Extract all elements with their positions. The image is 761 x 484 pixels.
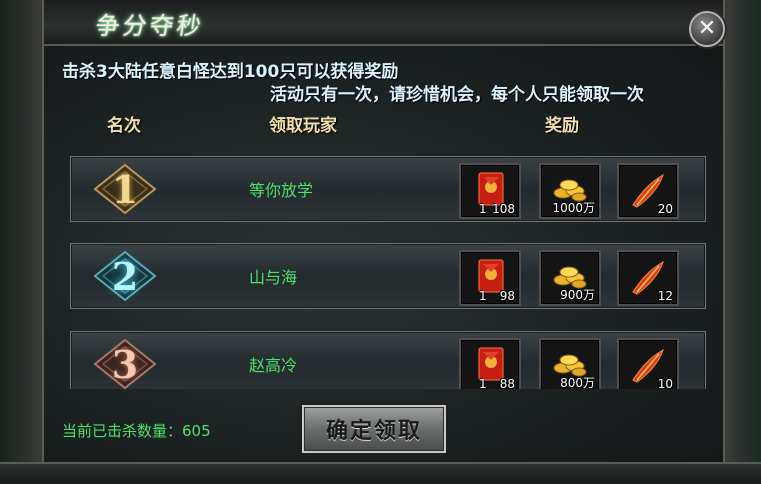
- reward-slot[interactable]: 1 88: [459, 338, 521, 389]
- reward-slot[interactable]: 800万: [539, 338, 601, 389]
- reward-count: 10: [657, 377, 673, 389]
- kill-count-text: 当前已击杀数量：605: [62, 422, 211, 440]
- close-icon: ✕: [697, 16, 717, 41]
- column-header-player: 领取玩家: [269, 116, 337, 136]
- reward-prefix: 1: [479, 377, 487, 389]
- notice-line-2: 活动只有一次，请珍惜机会，每个人只能领取一次: [270, 85, 644, 105]
- notice-line-1: 击杀3大陆任意白怪达到100只可以获得奖励: [62, 62, 399, 82]
- rank-badge-2: 2: [93, 250, 157, 302]
- reward-slot[interactable]: 1 108: [459, 163, 521, 219]
- rank-number: 2: [111, 253, 139, 299]
- column-header-reward: 奖励: [545, 116, 579, 136]
- reward-count: 12: [657, 289, 673, 303]
- reward-prefix: 1: [479, 289, 487, 303]
- reward-count: 108: [492, 202, 515, 216]
- reward-count: 20: [657, 202, 673, 216]
- ranking-row-1: 1 等你放学 1 108 1000万 20: [70, 156, 706, 222]
- player-name: 赵高冷: [249, 356, 298, 375]
- reward-slot[interactable]: 900万: [539, 250, 601, 306]
- player-name: 山与海: [249, 268, 298, 287]
- reward-slot[interactable]: 20: [617, 163, 679, 219]
- reward-slot[interactable]: 1 98: [459, 250, 521, 306]
- reward-slot[interactable]: 10: [617, 338, 679, 389]
- rank-badge-3: 3: [93, 338, 157, 389]
- window-bottom-border: [0, 462, 761, 484]
- window-left-border: [0, 0, 44, 484]
- reward-prefix: 1: [479, 202, 487, 216]
- confirm-claim-button[interactable]: 确定领取: [302, 405, 446, 453]
- reward-count: 98: [499, 289, 515, 303]
- window-title: 争分夺秒: [93, 12, 206, 40]
- reward-slot[interactable]: 12: [617, 250, 679, 306]
- rank-badge-1: 1: [93, 163, 157, 215]
- column-header-rank: 名次: [107, 116, 141, 136]
- reward-count: 1000万: [552, 201, 595, 215]
- confirm-claim-label: 确定领取: [325, 418, 422, 444]
- reward-window: 争分夺秒 ✕ 击杀3大陆任意白怪达到100只可以获得奖励 活动只有一次，请珍惜机…: [0, 0, 761, 484]
- reward-count: 88: [499, 377, 515, 389]
- player-name: 等你放学: [249, 181, 314, 200]
- reward-count: 900万: [560, 288, 595, 302]
- ranking-row-2: 2 山与海 1 98 900万 12: [70, 243, 706, 309]
- ranking-list[interactable]: 1 等你放学 1 108 1000万 20 2 山与海 1 98 900万 12…: [60, 143, 710, 389]
- reward-count: 800万: [560, 376, 595, 389]
- ranking-row-3: 3 赵高冷 1 88 800万 10: [70, 331, 706, 389]
- window-right-border: [723, 0, 761, 484]
- rank-number: 3: [111, 341, 139, 387]
- rank-number: 1: [111, 166, 139, 212]
- reward-slot[interactable]: 1000万: [539, 163, 601, 219]
- close-button[interactable]: ✕: [689, 11, 725, 47]
